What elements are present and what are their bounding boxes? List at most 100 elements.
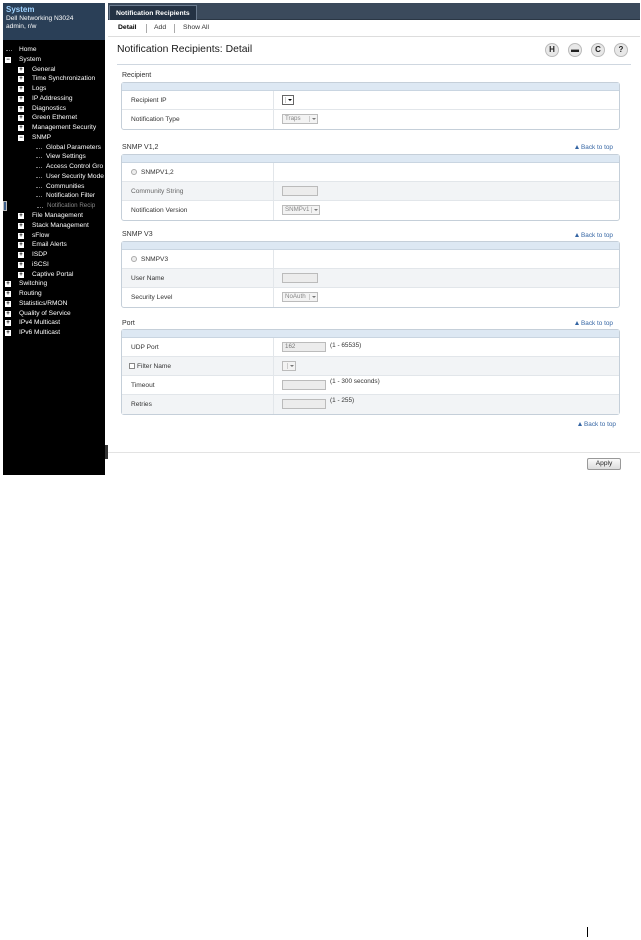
tree-item[interactable]: − SNMP [3,133,105,143]
expand-icon[interactable]: + [5,291,11,297]
expand-icon[interactable]: + [18,125,24,131]
udp-port-label: UDP Port [131,344,159,351]
filter-name-select[interactable] [282,361,296,371]
security-level-select[interactable]: NoAuth [282,292,318,302]
expand-icon[interactable]: + [18,95,24,102]
tree-connector [36,167,42,168]
row-community-string: Community String [122,182,619,201]
tree-item[interactable]: + General [3,65,105,75]
tree-item[interactable]: + ISDP [3,250,105,260]
expand-icon[interactable]: + [18,76,24,83]
chevron-down-icon [309,294,316,300]
expand-icon[interactable]: + [18,261,24,268]
back-to-top-link[interactable]: Back to top [575,232,613,239]
filter-name-label: Filter Name [137,363,172,370]
chevron-down-icon [287,363,294,369]
retries-input[interactable] [282,399,326,409]
tree-item-label: Routing [19,290,42,297]
expand-icon[interactable]: + [18,105,24,112]
tree-item[interactable]: + Time Synchronization [3,74,105,84]
apply-button[interactable]: Apply [587,458,621,470]
expand-icon[interactable]: + [5,320,11,327]
tree-item[interactable]: + Captive Portal [3,270,105,280]
expand-icon[interactable]: + [18,86,24,92]
refresh-icon[interactable]: C [591,43,605,57]
tree-item[interactable]: + Logs [3,84,105,94]
community-string-label: Community String [131,188,184,195]
print-icon[interactable]: ▬ [568,43,582,57]
tab-notification-recipients[interactable]: Notification Recipients [109,5,197,20]
subnav-show-all[interactable]: Show All [183,24,209,31]
expand-icon[interactable]: + [18,242,24,249]
expand-icon[interactable]: + [18,213,24,219]
tree-item[interactable]: Communities [3,182,105,192]
tree-item[interactable]: + IPv4 Multicast [3,318,105,328]
expand-icon[interactable]: + [5,330,11,336]
tree-item[interactable]: Access Control Gro [3,162,105,172]
tree-item[interactable]: + Statistics/RMON [3,299,105,309]
tree-connector [36,196,42,198]
expand-icon[interactable]: + [18,271,24,278]
recipient-ip-select[interactable] [282,95,294,105]
user-name-input[interactable] [282,273,318,283]
snmpv3-radio[interactable] [131,256,137,262]
chevron-down-icon [309,116,316,122]
tree-item[interactable]: − System [3,55,105,65]
notification-type-label: Notification Type [131,116,180,123]
tree-item[interactable]: + File Management [3,211,105,221]
expand-icon[interactable]: + [18,115,24,122]
collapse-icon[interactable]: − [18,134,24,141]
tree-item[interactable]: + IPv6 Multicast [3,328,105,338]
tree-item[interactable]: View Settings [3,152,105,162]
tree-item[interactable]: Global Parameters [3,143,105,153]
tree-item-label: Stack Management [32,221,89,229]
community-string-input[interactable] [282,186,318,196]
help-icon[interactable]: ? [614,43,628,57]
tree-item[interactable]: + Routing [3,289,105,299]
expand-icon[interactable]: + [5,310,11,317]
expand-icon[interactable]: + [18,232,24,239]
tree-item[interactable]: + Stack Management [3,221,105,231]
back-to-top-link[interactable]: Back to top [575,144,613,151]
expand-icon[interactable]: + [5,281,11,288]
tree-item-label: Statistics/RMON [19,299,68,307]
tree-connector [36,157,42,159]
save-icon[interactable]: H [545,43,559,57]
expand-icon[interactable]: + [18,66,24,73]
tree-item[interactable]: + Diagnostics [3,104,105,114]
tree-item-label: SNMP [32,133,52,141]
subnav-add[interactable]: Add [154,24,166,31]
notification-type-select[interactable]: Traps [282,114,318,124]
tree-item-label: File Management [32,212,83,219]
tree-item[interactable]: + Switching [3,279,105,289]
tree-item[interactable]: Notification Filter [3,191,105,201]
tree-item[interactable]: + Email Alerts [3,240,105,250]
tree-item[interactable]: + IP Addressing [3,94,105,104]
expand-icon[interactable]: + [5,300,11,307]
row-snmpv3-radio: SNMPV3 [122,250,619,269]
tree-item[interactable]: + Green Ethernet [3,113,105,123]
tree-item[interactable]: Home [3,45,105,55]
udp-port-input[interactable]: 162 [282,342,326,352]
filter-name-checkbox[interactable] [129,363,135,369]
tree-item-label: Notification Filter [46,192,96,200]
collapse-icon[interactable]: − [5,56,11,63]
tree-item[interactable]: Notification Recip [3,201,95,211]
subnav-separator [174,24,175,33]
subnav-detail[interactable]: Detail [118,24,137,31]
back-to-top-link[interactable]: Back to top [578,421,616,428]
back-to-top-link[interactable]: Back to top [575,320,613,327]
tree-item-label: IP Addressing [32,94,73,102]
tree-item[interactable]: + Management Security [3,123,105,133]
tree-item[interactable]: + Quality of Service [3,309,105,319]
tree-item[interactable]: + iSCSI [3,260,105,270]
timeout-input[interactable] [282,380,326,390]
expand-icon[interactable]: + [18,222,24,229]
notification-version-select[interactable]: SNMPv1 [282,205,320,215]
tree-item[interactable]: User Security Mode [3,172,105,182]
expand-icon[interactable]: + [18,252,24,258]
tree-item-label: Captive Portal [32,270,74,278]
tree-item[interactable]: + sFlow [3,231,105,241]
panel-header-bar [122,330,619,338]
snmpv12-radio[interactable] [131,169,137,175]
